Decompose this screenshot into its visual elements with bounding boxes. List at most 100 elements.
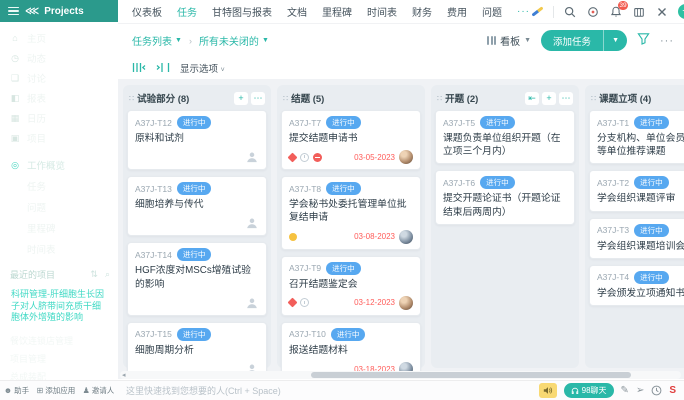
bell-icon[interactable]: 39 xyxy=(609,5,623,19)
display-options-button[interactable]: 显示选项 ˅ xyxy=(180,61,225,75)
home-icon: ⌂ xyxy=(10,33,20,43)
tab-里程碑[interactable]: 里程碑 xyxy=(322,4,352,19)
tab-费用[interactable]: 费用 xyxy=(447,4,467,19)
task-title: 课题负责单位组织开题（在立项三个月内） xyxy=(443,132,567,158)
search-icon[interactable] xyxy=(563,5,577,19)
cursor-icon[interactable]: ➢ xyxy=(636,385,644,396)
sidebar-subitem-任务[interactable]: 任务 xyxy=(0,175,118,196)
tab-仪表板[interactable]: 仪表板 xyxy=(132,4,162,19)
collapse-all-columns-icon[interactable] xyxy=(132,62,146,73)
task-card[interactable]: A37J-T13进行中细胞培养与传代 xyxy=(127,176,267,236)
task-card[interactable]: A37J-T12进行中原料和试剂 xyxy=(127,110,267,170)
view-mode-selector[interactable]: 看板 ▼ xyxy=(487,33,531,48)
target-icon[interactable] xyxy=(586,5,600,19)
scrollbar-thumb[interactable] xyxy=(311,372,631,378)
recent-projects-label: 最近的项目 xyxy=(10,268,55,281)
task-card[interactable]: A37J-T9进行中召开结题鉴定会03-12-2023 xyxy=(281,256,421,316)
sort-icon[interactable]: ⇅ xyxy=(90,269,98,280)
task-title: HGF浓度对MSCs增殖试验的影响 xyxy=(135,264,259,290)
drag-handle-icon[interactable]: ∷ xyxy=(283,94,287,103)
scope-selector[interactable]: 所有未关闭的▼ xyxy=(199,33,269,48)
footer-助手[interactable]: ☻助手 xyxy=(4,385,29,396)
drag-handle-icon[interactable]: ∷ xyxy=(591,94,595,103)
column-add-button[interactable]: + xyxy=(234,92,248,105)
column-add-button[interactable]: + xyxy=(542,92,556,105)
status-badge: 进行中 xyxy=(326,182,361,195)
column-collapse-button[interactable]: ⇤ xyxy=(525,92,539,105)
tab-甘特图与报表[interactable]: 甘特图与报表 xyxy=(212,4,272,19)
card-header: A37J-T9进行中 xyxy=(289,262,413,275)
add-task-dropdown[interactable]: ▼ xyxy=(603,30,627,51)
column-header[interactable]: ∷试验部分 (8)+⋯ xyxy=(129,91,265,105)
sidebar-item-日历[interactable]: ▦日历 xyxy=(0,108,118,128)
toolbar-more-button[interactable]: ··· xyxy=(660,35,674,47)
sidebar-subitem-时间表[interactable]: 时间表 xyxy=(0,238,118,259)
task-card[interactable]: A37J-T3进行中学会组织课题培训会 xyxy=(589,218,684,259)
filter-icon[interactable] xyxy=(637,32,650,50)
sidebar-item-报表[interactable]: ◧报表 xyxy=(0,88,118,108)
column-more-button[interactable]: ⋯ xyxy=(559,92,573,105)
sidebar-item-label: 动态 xyxy=(27,51,46,65)
drag-handle-icon[interactable]: ∷ xyxy=(129,94,133,103)
status-badge: 进行中 xyxy=(177,182,212,195)
tabs-more-button[interactable]: ··· xyxy=(517,6,530,17)
drag-handle-icon[interactable]: ∷ xyxy=(437,94,441,103)
recent-project-selected[interactable]: 科研管理-肝细胞生长因子对人脐带间充质干细胞体外增殖的影响 xyxy=(6,286,112,327)
highlighter-icon[interactable] xyxy=(530,5,544,19)
sidebar-subitem-问题[interactable]: 问题 xyxy=(0,196,118,217)
sidebar-item-主页[interactable]: ⌂主页 xyxy=(0,28,118,48)
column-header[interactable]: ∷结题 (5) xyxy=(283,91,419,105)
column-header[interactable]: ∷课题立项 (4) xyxy=(591,91,684,105)
sidebar-item-项目[interactable]: ▣项目 xyxy=(0,128,118,148)
footer-邀请人[interactable]: ♟邀请人 xyxy=(83,385,115,396)
add-member-button[interactable]: + xyxy=(678,4,684,19)
sidebar-section-label: 工作概览 xyxy=(27,158,65,172)
pen-icon[interactable]: ✎ xyxy=(621,385,629,396)
card-header: A37J-T2进行中 xyxy=(597,176,684,189)
overview-icon: ◎ xyxy=(10,160,20,171)
task-card[interactable]: A37J-T6进行中提交开题论证书（开题论证结束后两周内） xyxy=(435,170,575,224)
sidebar-subitem-里程碑[interactable]: 里程碑 xyxy=(0,217,118,238)
task-card[interactable]: A37J-T14进行中HGF浓度对MSCs增殖试验的影响 xyxy=(127,242,267,315)
assignee-placeholder-icon[interactable] xyxy=(245,216,259,230)
clock-icon[interactable] xyxy=(651,385,662,396)
tab-财务[interactable]: 财务 xyxy=(412,4,432,19)
task-list-selector[interactable]: 任务列表▼ xyxy=(132,33,182,48)
sidebar-item-动态[interactable]: ◷动态 xyxy=(0,48,118,68)
tab-问题[interactable]: 问题 xyxy=(482,4,502,19)
tab-任务[interactable]: 任务 xyxy=(177,4,197,19)
status-badge: 进行中 xyxy=(326,116,361,129)
column-more-button[interactable]: ⋯ xyxy=(251,92,265,105)
due-date: 03-12-2023 xyxy=(354,298,395,307)
task-card[interactable]: A37J-T7进行中提交结题申请书03-05-2023 xyxy=(281,110,421,170)
task-card[interactable]: A37J-T1进行中分支机构、单位会员、地区等单位推荐课题 xyxy=(589,110,684,164)
column-header[interactable]: ∷开题 (2)⇤+⋯ xyxy=(437,91,573,105)
sidebar-item-讨论[interactable]: ❑讨论 xyxy=(0,68,118,88)
apps-icon[interactable] xyxy=(632,5,646,19)
due-date: 03-08-2023 xyxy=(354,232,395,241)
footer-item-label: 助手 xyxy=(14,385,29,396)
assignee-placeholder-icon[interactable] xyxy=(245,296,259,310)
chat-widget-button[interactable]: 98聊天 xyxy=(564,383,614,398)
hamburger-icon[interactable] xyxy=(8,7,19,16)
task-card[interactable]: A37J-T2进行中学会组织课题评审 xyxy=(589,170,684,211)
scroll-left-arrow[interactable]: ◂ xyxy=(120,371,128,379)
speaker-icon[interactable] xyxy=(539,383,557,398)
task-card[interactable]: A37J-T8进行中学会秘书处委托管理单位批复结申请03-08-2023 xyxy=(281,176,421,249)
horizontal-scrollbar[interactable]: ◂ xyxy=(120,371,681,379)
sidebar-section-header[interactable]: ◎ 工作概览 xyxy=(0,148,118,175)
expand-all-columns-icon[interactable] xyxy=(156,62,170,73)
footer-添加应用[interactable]: ⊞添加应用 xyxy=(37,385,76,396)
quick-command-input[interactable]: 这里快速找到您想要的人(Ctrl + Space) xyxy=(126,384,539,397)
tab-时间表[interactable]: 时间表 xyxy=(367,4,397,19)
task-card[interactable]: A37J-T5进行中课题负责单位组织开题（在立项三个月内） xyxy=(435,110,575,164)
recent-project-item[interactable]: 餐饮连锁店管理 xyxy=(0,331,118,349)
tab-文档[interactable]: 文档 xyxy=(287,4,307,19)
x-icon[interactable] xyxy=(655,5,669,19)
assignee-placeholder-icon[interactable] xyxy=(245,150,259,164)
extension-logo[interactable]: S xyxy=(669,385,676,396)
add-task-button[interactable]: 添加任务 ▼ xyxy=(541,30,627,51)
recent-project-item[interactable]: 项目管理 xyxy=(0,349,118,367)
search-projects-icon[interactable]: ⌕ xyxy=(105,269,110,280)
task-card[interactable]: A37J-T4进行中学会颁发立项通知书 xyxy=(589,265,684,306)
